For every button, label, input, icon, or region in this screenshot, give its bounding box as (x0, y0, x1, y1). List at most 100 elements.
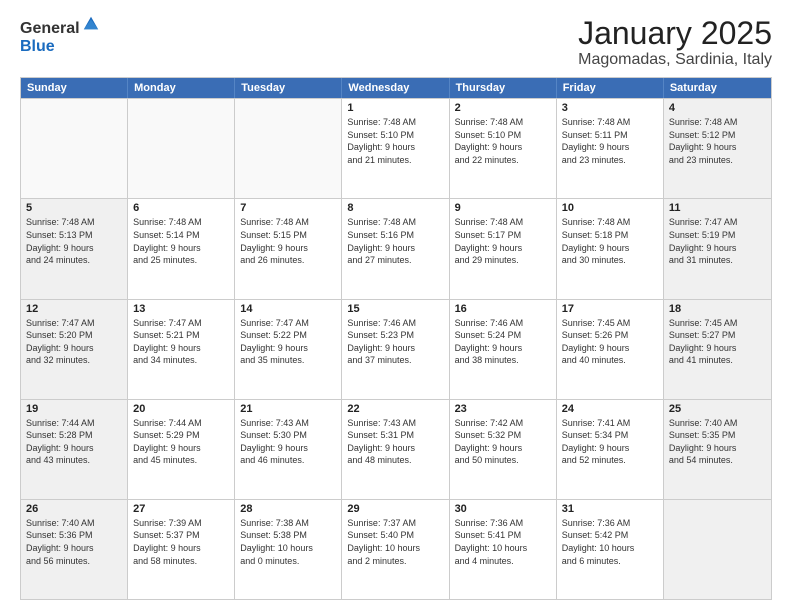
day-number: 17 (562, 303, 658, 315)
day-number: 12 (26, 303, 122, 315)
cal-cell: 4 Sunrise: 7:48 AM Sunset: 5:12 PM Daylig… (664, 99, 771, 198)
day-info: Sunrise: 7:48 AM Sunset: 5:12 PM Dayligh… (669, 116, 766, 166)
cal-cell (664, 500, 771, 599)
day-number: 1 (347, 102, 443, 114)
day-number: 2 (455, 102, 551, 114)
day-number: 19 (26, 403, 122, 415)
day-info: Sunrise: 7:48 AM Sunset: 5:16 PM Dayligh… (347, 216, 443, 266)
day-info: Sunrise: 7:42 AM Sunset: 5:32 PM Dayligh… (455, 417, 551, 467)
day-info: Sunrise: 7:46 AM Sunset: 5:24 PM Dayligh… (455, 317, 551, 367)
header: General Blue January 2025 Magomadas, Sar… (20, 16, 772, 69)
day-number: 23 (455, 403, 551, 415)
day-info: Sunrise: 7:40 AM Sunset: 5:36 PM Dayligh… (26, 517, 122, 567)
day-info: Sunrise: 7:48 AM Sunset: 5:15 PM Dayligh… (240, 216, 336, 266)
logo-icon (82, 15, 100, 33)
week-3: 12 Sunrise: 7:47 AM Sunset: 5:20 PM Dayli… (21, 299, 771, 399)
day-info: Sunrise: 7:48 AM Sunset: 5:11 PM Dayligh… (562, 116, 658, 166)
cal-cell: 3 Sunrise: 7:48 AM Sunset: 5:11 PM Daylig… (557, 99, 664, 198)
header-day-tuesday: Tuesday (235, 78, 342, 98)
header-day-wednesday: Wednesday (342, 78, 449, 98)
logo: General Blue (20, 20, 100, 55)
cal-cell: 5Sunrise: 7:48 AM Sunset: 5:13 PM Daylig… (21, 199, 128, 298)
day-info: Sunrise: 7:43 AM Sunset: 5:31 PM Dayligh… (347, 417, 443, 467)
cal-cell: 19 Sunrise: 7:44 AM Sunset: 5:28 PM Dayli… (21, 400, 128, 499)
day-info: Sunrise: 7:37 AM Sunset: 5:40 PM Dayligh… (347, 517, 443, 567)
day-number: 7 (240, 202, 336, 214)
day-number: 29 (347, 503, 443, 515)
day-info: Sunrise: 7:46 AM Sunset: 5:23 PM Dayligh… (347, 317, 443, 367)
day-info: Sunrise: 7:47 AM Sunset: 5:22 PM Dayligh… (240, 317, 336, 367)
day-number: 15 (347, 303, 443, 315)
day-info: Sunrise: 7:48 AM Sunset: 5:14 PM Dayligh… (133, 216, 229, 266)
day-info: Sunrise: 7:44 AM Sunset: 5:29 PM Dayligh… (133, 417, 229, 467)
day-info: Sunrise: 7:48 AM Sunset: 5:18 PM Dayligh… (562, 216, 658, 266)
day-number: 25 (669, 403, 766, 415)
day-info: Sunrise: 7:47 AM Sunset: 5:20 PM Dayligh… (26, 317, 122, 367)
day-number: 18 (669, 303, 766, 315)
calendar-body: 1 Sunrise: 7:48 AM Sunset: 5:10 PM Daylig… (21, 98, 771, 599)
cal-cell: 25 Sunrise: 7:40 AM Sunset: 5:35 PM Dayli… (664, 400, 771, 499)
header-day-saturday: Saturday (664, 78, 771, 98)
cal-cell: 30 Sunrise: 7:36 AM Sunset: 5:41 PM Dayli… (450, 500, 557, 599)
header-day-friday: Friday (557, 78, 664, 98)
day-info: Sunrise: 7:38 AM Sunset: 5:38 PM Dayligh… (240, 517, 336, 567)
header-day-monday: Monday (128, 78, 235, 98)
cal-cell: 1Sunrise: 7:48 AM Sunset: 5:10 PM Daylig… (342, 99, 449, 198)
day-info: Sunrise: 7:39 AM Sunset: 5:37 PM Dayligh… (133, 517, 229, 567)
day-number: 4 (669, 102, 766, 114)
day-info: Sunrise: 7:36 AM Sunset: 5:41 PM Dayligh… (455, 517, 551, 567)
cal-cell: 27 Sunrise: 7:39 AM Sunset: 5:37 PM Dayli… (128, 500, 235, 599)
cal-cell: 17 Sunrise: 7:45 AM Sunset: 5:26 PM Dayli… (557, 300, 664, 399)
day-number: 13 (133, 303, 229, 315)
day-info: Sunrise: 7:45 AM Sunset: 5:26 PM Dayligh… (562, 317, 658, 367)
day-info: Sunrise: 7:43 AM Sunset: 5:30 PM Dayligh… (240, 417, 336, 467)
cal-cell: 12 Sunrise: 7:47 AM Sunset: 5:20 PM Dayli… (21, 300, 128, 399)
week-2: 5Sunrise: 7:48 AM Sunset: 5:13 PM Daylig… (21, 198, 771, 298)
day-number: 31 (562, 503, 658, 515)
month-title: January 2025 (578, 16, 772, 51)
cal-cell: 21 Sunrise: 7:43 AM Sunset: 5:30 PM Dayli… (235, 400, 342, 499)
header-day-sunday: Sunday (21, 78, 128, 98)
day-number: 30 (455, 503, 551, 515)
calendar-header: SundayMondayTuesdayWednesdayThursdayFrid… (21, 78, 771, 98)
cal-cell: 23 Sunrise: 7:42 AM Sunset: 5:32 PM Dayli… (450, 400, 557, 499)
logo-blue: Blue (20, 38, 100, 56)
day-info: Sunrise: 7:44 AM Sunset: 5:28 PM Dayligh… (26, 417, 122, 467)
cal-cell (235, 99, 342, 198)
week-1: 1 Sunrise: 7:48 AM Sunset: 5:10 PM Daylig… (21, 98, 771, 198)
day-info: Sunrise: 7:36 AM Sunset: 5:42 PM Dayligh… (562, 517, 658, 567)
header-day-thursday: Thursday (450, 78, 557, 98)
cal-cell: 14Sunrise: 7:47 AM Sunset: 5:22 PM Dayli… (235, 300, 342, 399)
cal-cell: 15 Sunrise: 7:46 AM Sunset: 5:23 PM Dayli… (342, 300, 449, 399)
day-number: 11 (669, 202, 766, 214)
day-info: Sunrise: 7:48 AM Sunset: 5:10 PM Dayligh… (455, 116, 551, 166)
day-info: Sunrise: 7:40 AM Sunset: 5:35 PM Dayligh… (669, 417, 766, 467)
day-number: 22 (347, 403, 443, 415)
day-number: 5 (26, 202, 122, 214)
cal-cell: 31 Sunrise: 7:36 AM Sunset: 5:42 PM Dayli… (557, 500, 664, 599)
day-number: 21 (240, 403, 336, 415)
subtitle: Magomadas, Sardinia, Italy (578, 51, 772, 69)
day-number: 27 (133, 503, 229, 515)
day-number: 10 (562, 202, 658, 214)
cal-cell: 22 Sunrise: 7:43 AM Sunset: 5:31 PM Dayli… (342, 400, 449, 499)
day-info: Sunrise: 7:48 AM Sunset: 5:17 PM Dayligh… (455, 216, 551, 266)
cal-cell: 29 Sunrise: 7:37 AM Sunset: 5:40 PM Dayli… (342, 500, 449, 599)
day-number: 26 (26, 503, 122, 515)
cal-cell: 13Sunrise: 7:47 AM Sunset: 5:21 PM Dayli… (128, 300, 235, 399)
cal-cell: 16 Sunrise: 7:46 AM Sunset: 5:24 PM Dayli… (450, 300, 557, 399)
calendar: SundayMondayTuesdayWednesdayThursdayFrid… (20, 77, 772, 600)
cal-cell (21, 99, 128, 198)
day-number: 3 (562, 102, 658, 114)
day-info: Sunrise: 7:41 AM Sunset: 5:34 PM Dayligh… (562, 417, 658, 467)
cal-cell: 11Sunrise: 7:47 AM Sunset: 5:19 PM Dayli… (664, 199, 771, 298)
cal-cell: 20Sunrise: 7:44 AM Sunset: 5:29 PM Dayli… (128, 400, 235, 499)
cal-cell: 9 Sunrise: 7:48 AM Sunset: 5:17 PM Daylig… (450, 199, 557, 298)
cal-cell: 6 Sunrise: 7:48 AM Sunset: 5:14 PM Daylig… (128, 199, 235, 298)
title-block: January 2025 Magomadas, Sardinia, Italy (578, 16, 772, 69)
day-number: 16 (455, 303, 551, 315)
day-number: 9 (455, 202, 551, 214)
day-number: 6 (133, 202, 229, 214)
day-info: Sunrise: 7:45 AM Sunset: 5:27 PM Dayligh… (669, 317, 766, 367)
cal-cell: 26 Sunrise: 7:40 AM Sunset: 5:36 PM Dayli… (21, 500, 128, 599)
